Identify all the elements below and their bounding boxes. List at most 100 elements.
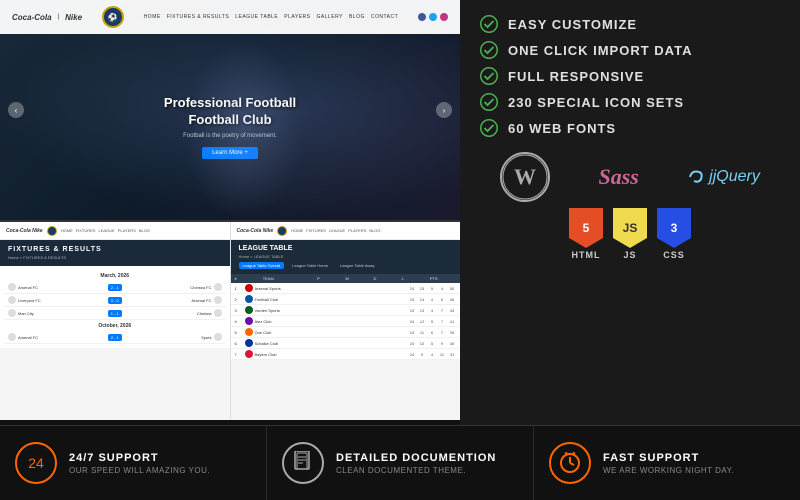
rank: 5 [235, 330, 243, 335]
fast-support-item: FAST SUPPORT WE ARE WORKING NIGHT DAY. [534, 426, 800, 500]
league-table-content: # TEAM P W D L PTS 1 Arsenal Sports 24 1… [231, 274, 461, 360]
sub-logo1: Coca-Cola Nike [6, 228, 43, 234]
table-row: 3 Vorden Sports 24 13 4 7 43 [231, 305, 461, 316]
js-shield: JS [613, 208, 647, 248]
support-text: 24/7 SUPPORT OUR SPEED WILL AMAZING YOU. [69, 452, 210, 475]
nav-links: HOME FIXTURES & RESULTS LEAGUE TABLE PLA… [144, 14, 398, 20]
sub-nav-blog2[interactable]: BLOG [369, 228, 380, 233]
fast-subtitle: WE ARE WORKING NIGHT DAY. [603, 466, 734, 475]
rank: 4 [235, 319, 243, 324]
fixtures-title: FIXTURES & RESULTS [8, 246, 222, 253]
fast-title: FAST SUPPORT [603, 452, 734, 464]
table-header: # TEAM P W D L PTS [231, 274, 461, 283]
home-team: Man City [18, 311, 106, 316]
fast-support-icon [549, 442, 591, 484]
css3-shield: 3 [657, 208, 691, 248]
stat-pts: 46 [448, 297, 456, 302]
stat-d: 5 [428, 286, 436, 291]
rank: 3 [235, 308, 243, 313]
nav-home[interactable]: HOME [144, 14, 161, 20]
stat-d: 4 [428, 297, 436, 302]
bottom-bar: 24 24/7 SUPPORT OUR SPEED WILL AMAZING Y… [0, 425, 800, 500]
sub-nav-fixtures[interactable]: FIXTURES [76, 228, 96, 233]
table-row: 4 Alez Club 24 12 5 7 41 [231, 316, 461, 327]
nav-fixtures[interactable]: FIXTURES & RESULTS [167, 14, 230, 20]
social-icons [418, 13, 448, 21]
team-logo-tbl [245, 339, 253, 347]
tab-home[interactable]: League Table Home [288, 262, 332, 269]
team-logo-tbl [245, 284, 253, 292]
home-team: Arsenal FC [18, 335, 106, 340]
match-row: Man City 1 - 1 Chelsea [4, 307, 226, 320]
club-badge-nav: ⚽ [102, 6, 124, 28]
stat-w: 11 [418, 330, 426, 335]
fixtures-content: March, 2026 Arsenal FC 2 - 1 Chelsea FC … [0, 266, 230, 348]
support-icon: 24 [15, 442, 57, 484]
team-name-tbl: Football Club [255, 297, 407, 302]
feature-label: 60 WEB FONTS [508, 121, 616, 136]
sub-nav-home2[interactable]: HOME [291, 228, 303, 233]
nav-league[interactable]: LEAGUE TABLE [235, 14, 278, 20]
league-table-screenshot: Coca-Cola Nike HOME FIXTURES LEAGUE PLAY… [231, 222, 461, 420]
css3-number: 3 [671, 221, 678, 235]
docs-text: DETAILED DOCUMENTION CLEAN DOCUMENTED TH… [336, 452, 496, 475]
stat-l: 7 [438, 319, 446, 324]
stat-d: 4 [428, 308, 436, 313]
facebook-icon[interactable] [418, 13, 426, 21]
next-arrow[interactable]: › [436, 102, 452, 118]
stat-w: 14 [418, 297, 426, 302]
table-row: 5 One Club 24 11 6 7 39 [231, 327, 461, 338]
support-item: 24 24/7 SUPPORT OUR SPEED WILL AMAZING Y… [0, 426, 267, 500]
prev-arrow[interactable]: ‹ [8, 102, 24, 118]
league-header: LEAGUE TABLE Home > LEAGUE TABLE League … [231, 240, 461, 274]
stat-l: 4 [438, 286, 446, 291]
sub-nav-league2[interactable]: LEAGUE [329, 228, 345, 233]
stat-d: 5 [428, 341, 436, 346]
team-logo-away [214, 296, 222, 304]
rank: 1 [235, 286, 243, 291]
feature-label: ONE CLICK IMPORT DATA [508, 43, 692, 58]
bottom-screenshots: Coca-Cola Nike HOME FIXTURES LEAGUE PLAY… [0, 220, 460, 420]
tab-overall[interactable]: League Table Overall [239, 262, 285, 269]
rank: 2 [235, 297, 243, 302]
support-subtitle: OUR SPEED WILL AMAZING YOU. [69, 466, 210, 475]
support-title: 24/7 SUPPORT [69, 452, 210, 464]
jquery-text: jjQuery [709, 168, 760, 186]
col-p: P [317, 276, 343, 281]
html5-label: HTML [572, 250, 601, 260]
team-name-tbl: Alez Club [255, 319, 407, 324]
hero-screenshot: Coca-Cola | Nike ⚽ HOME FIXTURES & RESUL… [0, 0, 460, 220]
league-tabs: League Table Overall League Table Home L… [239, 262, 453, 269]
sub-nav-players[interactable]: PLAYERS [118, 228, 136, 233]
stat-w: 12 [418, 319, 426, 324]
sub-nav-blog[interactable]: BLOG [139, 228, 150, 233]
fixtures-header: FIXTURES & RESULTS Home > FIXTURES & RES… [0, 240, 230, 266]
hero-content: Professional FootballFootball Club Footb… [0, 34, 460, 220]
nav-blog[interactable]: BLOG [349, 14, 365, 20]
sub-nav-fixtures2[interactable]: FIXTURES [306, 228, 326, 233]
sub-nav-players2[interactable]: PLAYERS [348, 228, 366, 233]
nav-gallery[interactable]: GALLERY [316, 14, 342, 20]
stat-p: 24 [408, 308, 416, 313]
score: 2 - 1 [108, 284, 122, 291]
nav-contact[interactable]: CONTACT [371, 14, 398, 20]
away-team: Arsenal FC [124, 298, 212, 303]
stat-p: 24 [408, 341, 416, 346]
docs-title: DETAILED DOCUMENTION [336, 452, 496, 464]
stat-pts: 43 [448, 308, 456, 313]
sass-logo-container: Sass [598, 164, 638, 190]
tab-away[interactable]: League Table Away [336, 262, 379, 269]
table-row: 1 Arsenal Sports 24 15 5 4 50 [231, 283, 461, 294]
team-logo-away [214, 283, 222, 291]
instagram-icon[interactable] [440, 13, 448, 21]
twitter-icon[interactable] [429, 13, 437, 21]
stat-d: 6 [428, 330, 436, 335]
sub-nav-league[interactable]: LEAGUE [98, 228, 114, 233]
feature-full-responsive: FULL RESPONSIVE [480, 67, 780, 85]
stat-pts: 41 [448, 319, 456, 324]
logo-cocacola: Coca-Cola [12, 13, 52, 22]
nav-players[interactable]: PLAYERS [284, 14, 310, 20]
css3-label: CSS [663, 250, 685, 260]
features-list: EASY CUSTOMIZE ONE CLICK IMPORT DATA FUL… [480, 15, 780, 137]
sub-nav-home[interactable]: HOME [61, 228, 73, 233]
